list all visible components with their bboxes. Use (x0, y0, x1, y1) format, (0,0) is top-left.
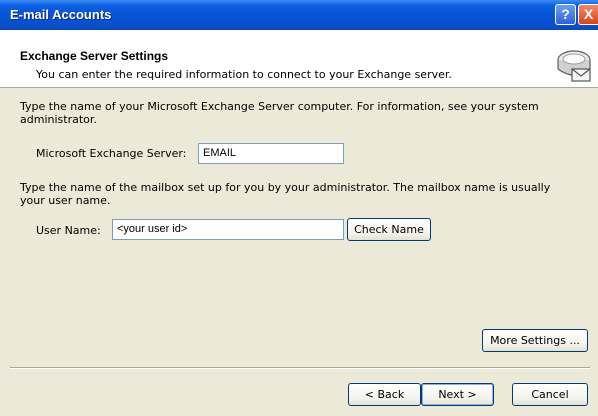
footer-separator (10, 367, 590, 369)
title-bar[interactable]: E-mail Accounts ? X (0, 0, 598, 30)
user-name-input[interactable]: <your user id> (112, 219, 344, 240)
server-instruction-line1: Type the name of your Microsoft Exchange… (20, 100, 539, 113)
page-subtitle: You can enter the required information t… (36, 68, 452, 81)
server-instruction-line2: administrator. (20, 113, 97, 126)
back-button[interactable]: < Back (348, 383, 421, 406)
mail-server-icon (554, 47, 594, 87)
more-settings-button[interactable]: More Settings ... (482, 329, 588, 352)
user-name-label: User Name: (36, 224, 101, 237)
exchange-server-label: Microsoft Exchange Server: (36, 147, 187, 160)
exchange-server-input[interactable]: EMAIL (198, 143, 344, 164)
next-button[interactable]: Next > (421, 383, 494, 406)
header-pane: Exchange Server Settings You can enter t… (0, 30, 598, 88)
cancel-button[interactable]: Cancel (512, 383, 588, 406)
window-title: E-mail Accounts (10, 7, 112, 22)
user-instruction-line2: your user name. (20, 194, 111, 207)
check-name-button[interactable]: Check Name (347, 218, 431, 241)
help-button[interactable]: ? (555, 4, 576, 25)
user-instruction-line1: Type the name of the mailbox set up for … (20, 181, 551, 194)
page-title: Exchange Server Settings (20, 49, 169, 63)
close-button[interactable]: X (578, 4, 598, 25)
